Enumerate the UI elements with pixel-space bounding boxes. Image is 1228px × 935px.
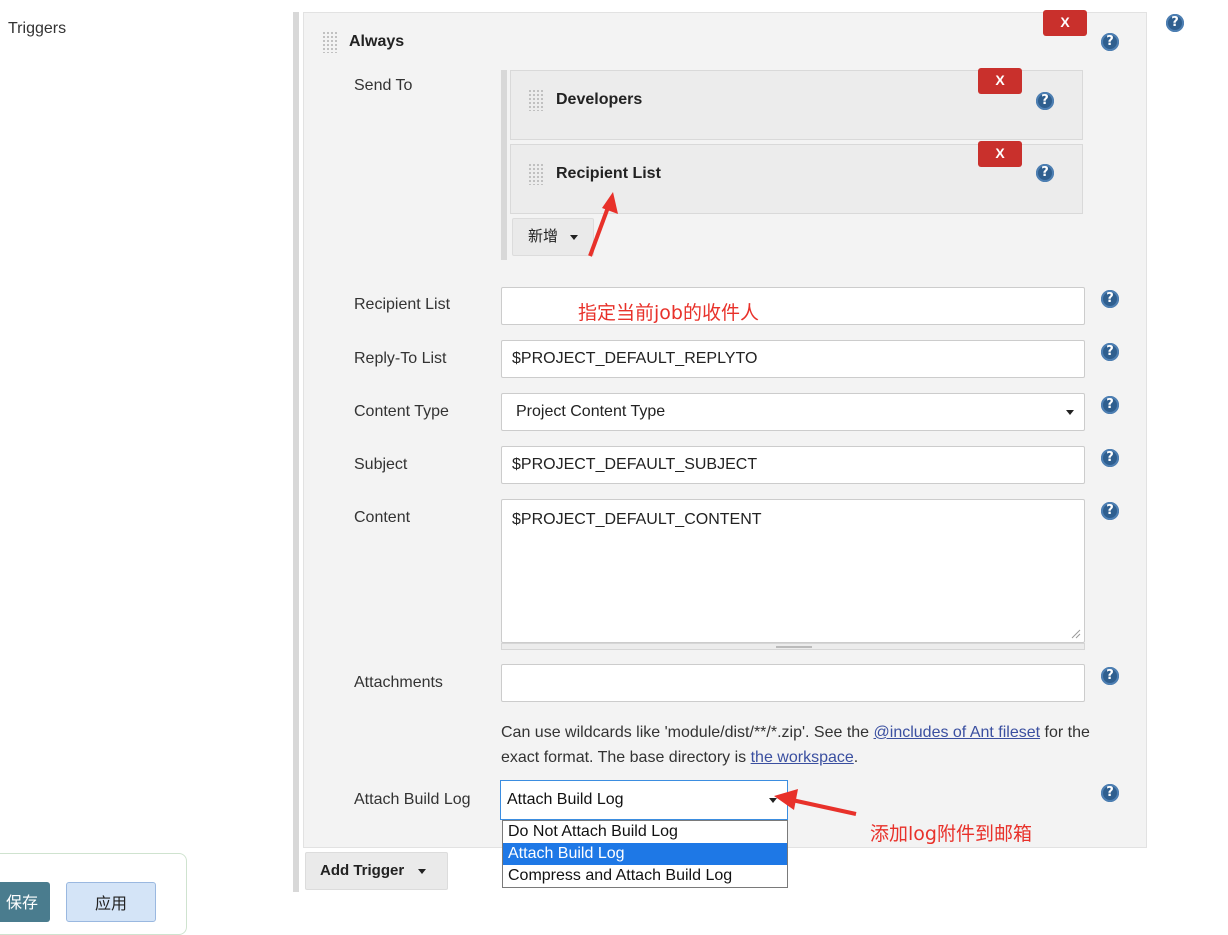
content-type-value: Project Content Type [516, 403, 666, 420]
attach-build-log-label: Attach Build Log [354, 791, 471, 808]
drag-handle-icon[interactable] [528, 163, 544, 185]
log-annotation: 添加log附件到邮箱 [870, 823, 1032, 845]
trigger-title: Always [349, 33, 405, 50]
help-icon[interactable]: ? [1101, 502, 1119, 520]
content-type-select[interactable]: Project Content Type [501, 393, 1085, 431]
caret-down-icon [418, 868, 427, 874]
help-icon[interactable]: ? [1101, 449, 1119, 467]
content-value: $PROJECT_DEFAULT_CONTENT [512, 511, 762, 528]
help-icon[interactable]: ? [1101, 667, 1119, 685]
drag-handle-icon[interactable] [322, 31, 338, 53]
subject-input[interactable]: $PROJECT_DEFAULT_SUBJECT [501, 446, 1085, 484]
remove-trigger-button[interactable]: X [1043, 10, 1087, 36]
subject-label: Subject [354, 456, 408, 473]
help-icon[interactable]: ? [1036, 92, 1054, 110]
option-attach-build-log[interactable]: Attach Build Log [503, 843, 787, 865]
send-to-item-title: Recipient List [556, 165, 661, 182]
attach-build-log-options: Do Not Attach Build Log Attach Build Log… [502, 820, 788, 888]
attach-build-log-value: Attach Build Log [507, 791, 624, 808]
remove-developers-button[interactable]: X [978, 68, 1022, 94]
help-icon[interactable]: ? [1101, 343, 1119, 361]
send-to-label: Send To [354, 77, 413, 94]
drag-handle-icon[interactable] [528, 89, 544, 111]
add-recipient-label: 新增 [528, 228, 559, 245]
annotation-arrow-icon [774, 789, 857, 816]
reply-to-input[interactable]: $PROJECT_DEFAULT_REPLYTO [501, 340, 1085, 378]
annotation-arrow-icon [588, 192, 618, 257]
help-icon[interactable]: ? [1101, 33, 1119, 51]
help-icon[interactable]: ? [1166, 14, 1184, 32]
save-button[interactable]: 保存 [0, 882, 50, 922]
attachments-label: Attachments [354, 674, 443, 691]
help-icon[interactable]: ? [1101, 784, 1119, 802]
attachments-help-text: Can use wildcards like 'module/dist/**/*… [501, 720, 1091, 770]
textarea-resize-bar[interactable] [501, 643, 1085, 650]
help-icon[interactable]: ? [1101, 290, 1119, 308]
help-icon[interactable]: ? [1036, 164, 1054, 182]
add-trigger-label: Add Trigger [320, 862, 405, 879]
section-label-triggers: Triggers [8, 20, 67, 37]
option-compress-and-attach[interactable]: Compress and Attach Build Log [503, 865, 787, 887]
apply-button[interactable]: 应用 [66, 882, 156, 922]
caret-down-icon [570, 234, 579, 240]
ant-fileset-link[interactable]: @includes of Ant fileset [874, 724, 1041, 741]
trigger-drag-bar[interactable] [293, 12, 299, 892]
remove-recipient-list-button[interactable]: X [978, 141, 1022, 167]
add-trigger-button[interactable]: Add Trigger [305, 852, 448, 890]
send-to-drag-bar[interactable] [501, 70, 507, 260]
help-icon[interactable]: ? [1101, 396, 1119, 414]
content-textarea[interactable]: $PROJECT_DEFAULT_CONTENT [501, 499, 1085, 643]
help-text: Can use wildcards like 'module/dist/**/*… [501, 724, 874, 741]
recipient-list-label: Recipient List [354, 296, 451, 313]
caret-down-icon [1066, 410, 1074, 415]
content-type-label: Content Type [354, 403, 449, 420]
attachments-input[interactable] [501, 664, 1085, 702]
workspace-link[interactable]: the workspace [751, 749, 854, 766]
resize-grip-icon[interactable] [1071, 629, 1081, 639]
option-do-not-attach[interactable]: Do Not Attach Build Log [503, 821, 787, 843]
attach-build-log-select[interactable]: Attach Build Log [500, 780, 788, 820]
recipient-annotation: 指定当前job的收件人 [578, 302, 759, 324]
reply-to-label: Reply-To List [354, 350, 447, 367]
send-to-item-title: Developers [556, 91, 643, 108]
help-text: . [853, 749, 859, 766]
content-label: Content [354, 509, 411, 526]
